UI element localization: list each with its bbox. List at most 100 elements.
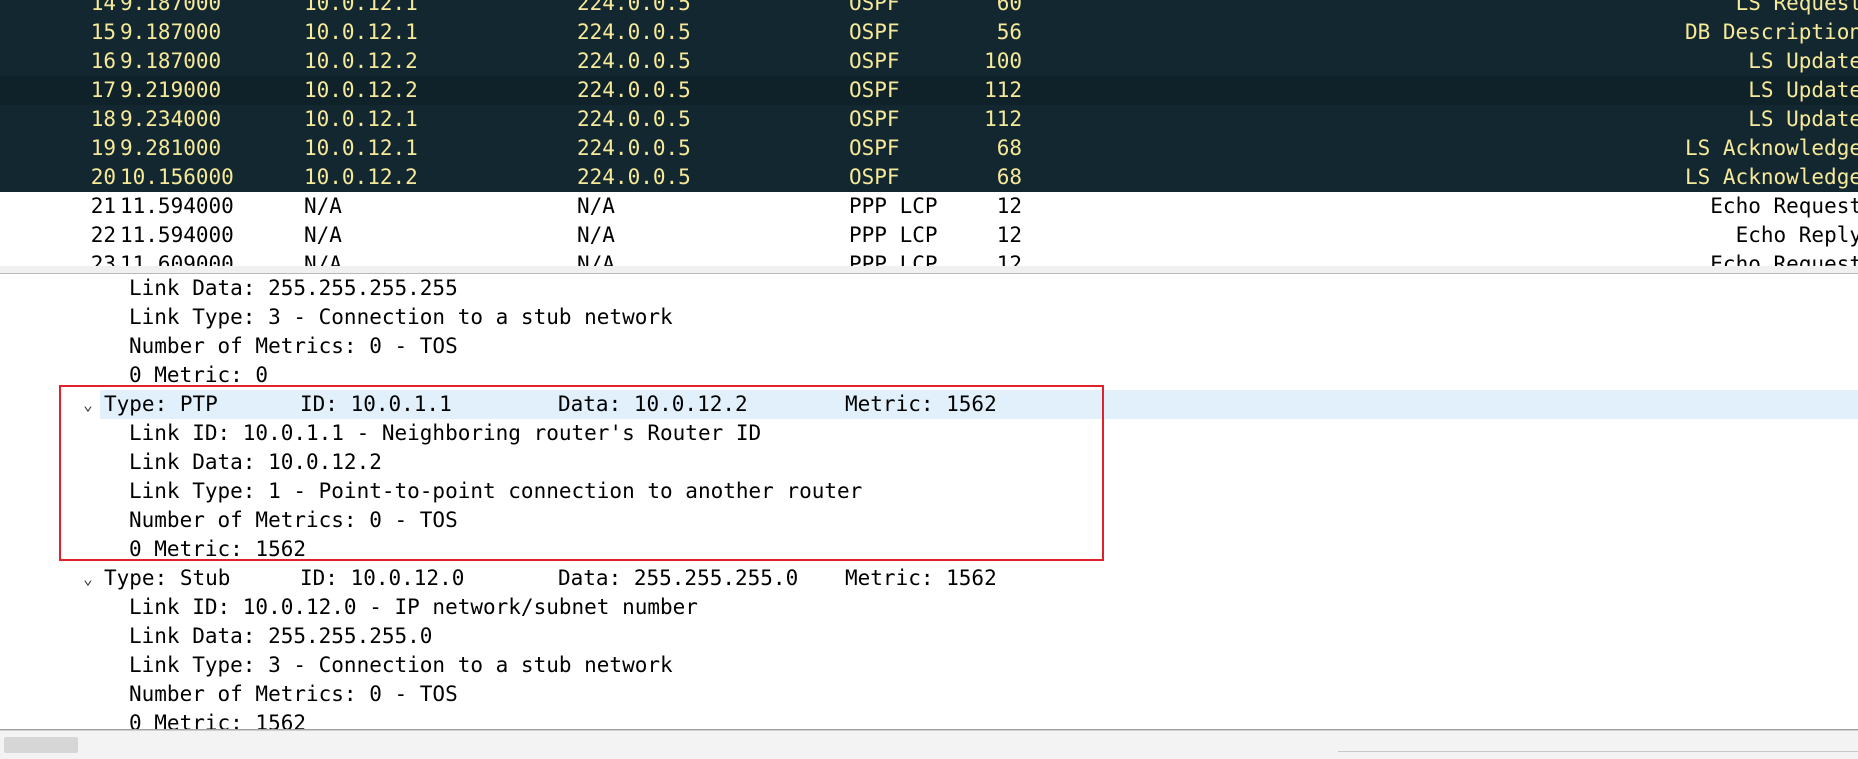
packet-row[interactable]: 16 9.187000 10.0.12.2 224.0.0.5 OSPF 100 LS Up… — [0, 47, 1858, 76]
pane-splitter[interactable] — [0, 266, 1858, 274]
packet-protocol-cell: OSPF — [849, 20, 900, 44]
packet-source-cell: N/A — [304, 223, 342, 247]
packet-length-cell: 12 — [996, 252, 1022, 267]
chevron-down-icon[interactable]: ⌄ — [78, 390, 98, 419]
packet-row[interactable]: 15 9.187000 10.0.12.1 224.0.0.5 OSPF 56 DB Des… — [0, 18, 1858, 47]
detail-row-link-id[interactable]: Link ID: 10.0.12.0 - IP network/subnet n… — [0, 593, 1858, 622]
detail-row-link-type[interactable]: Link Type: 1 - Point-to-point connection… — [0, 477, 1858, 506]
detail-row-link-id[interactable]: Link ID: 10.0.1.1 - Neighboring router's… — [0, 419, 1858, 448]
packet-length-cell: 68 — [996, 165, 1022, 189]
packet-info-cell: LS Update — [1748, 49, 1858, 73]
detail-text: Link Data: 255.255.255.0 — [129, 624, 433, 648]
bytes-pane-edge — [1338, 751, 1858, 759]
packet-source-cell: N/A — [304, 194, 342, 218]
packet-destination-cell: 224.0.0.5 — [577, 107, 691, 131]
packet-destination-cell: 224.0.0.5 — [577, 0, 691, 15]
detail-row-link-data[interactable]: Link Data: 10.0.12.2 — [0, 448, 1858, 477]
packet-protocol-cell: PPP LCP — [849, 223, 938, 247]
packet-number-cell: 21 — [90, 194, 116, 218]
packet-destination-cell: N/A — [577, 223, 615, 247]
packet-source-cell: 10.0.12.1 — [304, 0, 418, 15]
detail-text: Link Type: 3 - Connection to a stub netw… — [129, 653, 673, 677]
link-type-label: Type: PTP — [104, 392, 218, 416]
packet-length-cell: 60 — [996, 0, 1022, 15]
packet-length-cell: 68 — [996, 136, 1022, 160]
detail-row-number-of-metrics[interactable]: Number of Metrics: 0 - TOS — [0, 506, 1858, 535]
tree-node-type-ptp[interactable]: ⌄ Type: PTP ID: 10.0.1.1 Data: 10.0.12.2… — [83, 390, 1858, 419]
packet-number-cell: 19 — [90, 136, 116, 160]
packet-number-cell: 14 — [90, 0, 116, 15]
detail-row-tos-metric[interactable]: 0 Metric: 1562 — [0, 535, 1858, 564]
packet-info-cell: Echo Reply — [1735, 223, 1858, 247]
packet-protocol-cell: OSPF — [849, 165, 900, 189]
detail-row-link-type[interactable]: Link Type: 3 - Connection to a stub netw… — [0, 651, 1858, 680]
packet-time-cell: 9.187000 — [120, 0, 222, 15]
packet-destination-cell: 224.0.0.5 — [577, 20, 691, 44]
packet-row[interactable]: 18 9.234000 10.0.12.1 224.0.0.5 OSPF 112 LS Up… — [0, 105, 1858, 134]
packet-row[interactable]: 20 10.156000 10.0.12.2 224.0.0.5 OSPF 68 LS Ac… — [0, 163, 1858, 192]
detail-row-number-of-metrics[interactable]: Number of Metrics: 0 - TOS — [0, 332, 1858, 361]
detail-row-number-of-metrics[interactable]: Number of Metrics: 0 - TOS — [0, 680, 1858, 709]
packet-time-cell: 9.234000 — [120, 107, 222, 131]
packet-row[interactable]: 22 11.594000 N/A N/A PPP LCP 12 Echo Reply — [0, 221, 1858, 250]
packet-length-cell: 100 — [984, 49, 1022, 73]
packet-length-cell: 112 — [984, 78, 1022, 102]
packet-time-cell: 9.219000 — [120, 78, 222, 102]
packet-row[interactable]: 14 9.187000 10.0.12.1 224.0.0.5 OSPF 60 LS Req… — [0, 0, 1858, 18]
detail-row-tos-metric[interactable]: 0 Metric: 0 — [0, 361, 1858, 390]
packet-row[interactable]: 19 9.281000 10.0.12.1 224.0.0.5 OSPF 68 LS Ack… — [0, 134, 1858, 163]
detail-row-tos-metric[interactable]: 0 Metric: 1562 — [0, 709, 1858, 730]
detail-text: 0 Metric: 0 — [129, 363, 269, 387]
packet-row[interactable]: 17 9.219000 10.0.12.2 224.0.0.5 OSPF 112 LS Up… — [0, 76, 1858, 105]
detail-row-link-data[interactable]: Link Data: 255.255.255.255 — [0, 274, 1858, 303]
packet-protocol-cell: OSPF — [849, 78, 900, 102]
packet-source-cell: 10.0.12.2 — [304, 78, 418, 102]
packet-number-cell: 15 — [90, 20, 116, 44]
packet-length-cell: 12 — [996, 223, 1022, 247]
packet-time-cell: 11.594000 — [120, 194, 234, 218]
detail-text: Link ID: 10.0.12.0 - IP network/subnet n… — [129, 595, 698, 619]
packet-row[interactable]: 21 11.594000 N/A N/A PPP LCP 12 Echo Request — [0, 192, 1858, 221]
packet-protocol-cell: OSPF — [849, 49, 900, 73]
packet-info-cell: LS Update — [1748, 107, 1858, 131]
tree-node-type-stub[interactable]: ⌄ Type: Stub ID: 10.0.12.0 Data: 255.255… — [0, 564, 1858, 593]
packet-number-cell: 17 — [90, 78, 116, 102]
packet-destination-cell: 224.0.0.5 — [577, 136, 691, 160]
packet-destination-cell: 224.0.0.5 — [577, 165, 691, 189]
packet-number-cell: 16 — [90, 49, 116, 73]
packet-destination-cell: 224.0.0.5 — [577, 49, 691, 73]
packet-details-pane[interactable]: Link Data: 255.255.255.255 Link Type: 3 … — [0, 274, 1858, 730]
detail-text: Link ID: 10.0.1.1 - Neighboring router's… — [129, 421, 762, 445]
packet-time-cell: 11.594000 — [120, 223, 234, 247]
packet-number-cell: 18 — [90, 107, 116, 131]
packet-row[interactable]: 23 11.609000 N/A N/A PPP LCP 12 Echo Request — [0, 250, 1858, 267]
link-id-label: ID: 10.0.1.1 — [300, 392, 452, 416]
packet-list-pane[interactable]: 14 9.187000 10.0.12.1 224.0.0.5 OSPF 60 LS Req… — [0, 0, 1858, 267]
detail-row-link-data[interactable]: Link Data: 255.255.255.0 — [0, 622, 1858, 651]
packet-info-cell: LS Acknowledge — [1684, 165, 1858, 189]
packet-number-cell: 22 — [90, 223, 116, 247]
detail-row-link-type[interactable]: Link Type: 3 - Connection to a stub netw… — [0, 303, 1858, 332]
packet-protocol-cell: OSPF — [849, 0, 900, 15]
detail-text: Link Data: 10.0.12.2 — [129, 450, 382, 474]
detail-text: 0 Metric: 1562 — [129, 711, 307, 730]
packet-length-cell: 12 — [996, 194, 1022, 218]
packet-source-cell: 10.0.12.1 — [304, 136, 418, 160]
packet-number-cell: 23 — [90, 252, 116, 267]
packet-source-cell: 10.0.12.2 — [304, 165, 418, 189]
packet-info-cell: Echo Request — [1710, 252, 1858, 267]
packet-info-cell: DB Description — [1684, 20, 1858, 44]
horizontal-scrollbar[interactable] — [0, 730, 1858, 759]
chevron-down-icon[interactable]: ⌄ — [78, 564, 98, 593]
packet-info-cell: LS Acknowledge — [1684, 136, 1858, 160]
packet-protocol-cell: PPP LCP — [849, 252, 938, 267]
packet-number-cell: 20 — [90, 165, 116, 189]
packet-length-cell: 112 — [984, 107, 1022, 131]
scrollbar-thumb[interactable] — [4, 737, 78, 753]
packet-source-cell: 10.0.12.1 — [304, 107, 418, 131]
detail-text: Link Data: 255.255.255.255 — [129, 276, 458, 300]
detail-text: Link Type: 1 - Point-to-point connection… — [129, 479, 863, 503]
detail-text: Link Type: 3 - Connection to a stub netw… — [129, 305, 673, 329]
packet-destination-cell: 224.0.0.5 — [577, 78, 691, 102]
link-id-label: ID: 10.0.12.0 — [300, 566, 465, 590]
